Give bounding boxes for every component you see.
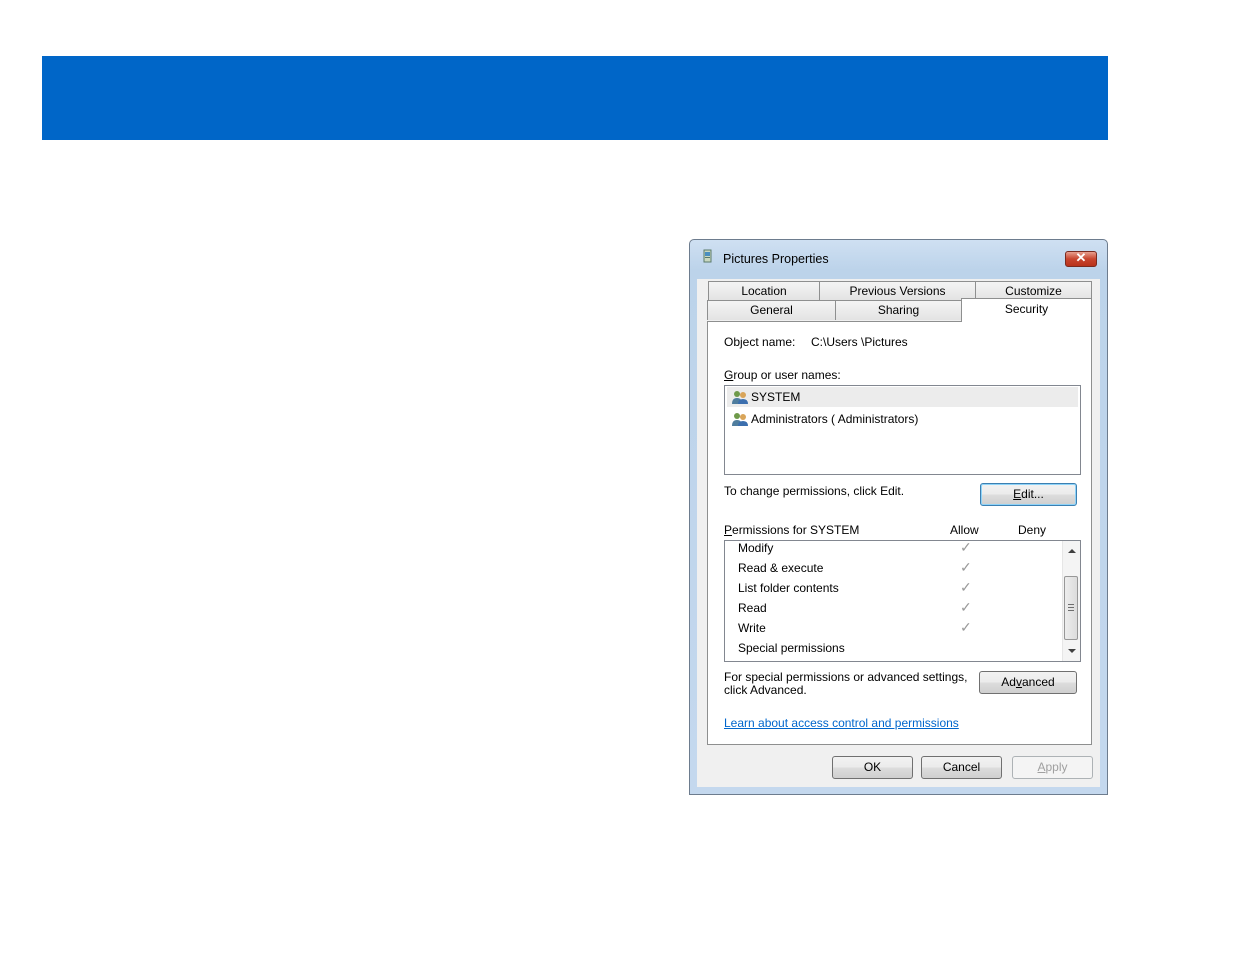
user-name: SYSTEM [751, 390, 801, 404]
accelerator-key: G [724, 368, 734, 382]
tab-label: Customize [1005, 284, 1062, 298]
button-label: pply [1045, 760, 1068, 774]
tab-label: General [750, 303, 793, 317]
permission-name: Read & execute [738, 561, 824, 575]
permissions-list[interactable]: Modify ✓ Read & execute ✓ List folder co… [724, 540, 1081, 662]
button-label: anced [1021, 675, 1055, 689]
learn-access-control-link[interactable]: Learn about access control and permissio… [724, 716, 959, 730]
tab-sharing[interactable]: Sharing [835, 300, 962, 320]
allow-check-icon: ✓ [960, 619, 972, 635]
help-line: For special permissions or advanced sett… [724, 670, 968, 684]
security-panel: Object name: C:\Users \Pictures Group or… [707, 321, 1092, 745]
permission-name: Read [738, 601, 767, 615]
users-icon [732, 391, 748, 404]
permission-row-list-folder: List folder contents ✓ [738, 579, 1058, 599]
label-text: ermissions for SYSTEM [732, 523, 860, 537]
allow-check-icon: ✓ [960, 579, 972, 595]
accelerator-key: E [1013, 487, 1022, 501]
cancel-button[interactable]: Cancel [921, 756, 1002, 779]
header-banner [42, 56, 1108, 140]
permission-row-read-execute: Read & execute ✓ [738, 559, 1058, 579]
permission-name: Write [738, 621, 766, 635]
scroll-up-arrow-icon[interactable] [1068, 549, 1076, 553]
button-label: dit... [1021, 487, 1044, 501]
properties-dialog: Pictures Properties ✕ Location Previous … [689, 239, 1108, 795]
accelerator-key: P [724, 523, 733, 537]
tab-security[interactable]: Security [961, 298, 1092, 322]
user-name: Administrators ( Administrators) [751, 412, 919, 426]
deny-header: Deny [1018, 523, 1047, 537]
allow-check-icon: ✓ [960, 599, 972, 615]
tab-location[interactable]: Location [708, 281, 820, 300]
label-text: roup or user names: [733, 368, 841, 382]
tab-label: Previous Versions [849, 284, 946, 298]
permissions-scrollbar[interactable] [1062, 541, 1080, 661]
title-bar[interactable]: Pictures Properties ✕ [690, 240, 1107, 276]
advanced-button[interactable]: Advanced [979, 671, 1077, 694]
tab-label: Security [1004, 302, 1049, 316]
permission-row-read: Read ✓ [738, 599, 1058, 619]
scroll-down-arrow-icon[interactable] [1068, 649, 1076, 653]
group-user-label: Group or user names: [724, 368, 841, 382]
tab-general[interactable]: General [707, 300, 836, 320]
grip-icon [1068, 604, 1074, 611]
user-list-item-administrators[interactable]: Administrators ( Administrators) [727, 409, 1078, 429]
tab-label: Location [741, 284, 787, 298]
dialog-title: Pictures Properties [723, 252, 829, 266]
users-icon [732, 413, 748, 426]
close-icon: ✕ [1075, 250, 1087, 265]
ok-button[interactable]: OK [832, 756, 913, 779]
dialog-client: Location Previous Versions Customize Gen… [697, 279, 1100, 787]
edit-button[interactable]: Edit... [980, 483, 1077, 506]
object-name-value: C:\Users \Pictures [811, 335, 908, 349]
object-name-label: Object name: [724, 335, 796, 349]
help-line: click Advanced. [724, 683, 807, 697]
permission-row-write: Write ✓ [738, 619, 1058, 639]
allow-check-icon: ✓ [960, 540, 972, 555]
apply-button[interactable]: Apply [1012, 756, 1093, 779]
permission-name: Modify [738, 541, 774, 555]
allow-header: Allow [950, 523, 979, 537]
user-list[interactable]: SYSTEM Administrators ( Administrators) [724, 385, 1081, 475]
permission-row-special: Special permissions [738, 639, 1058, 659]
change-permissions-text: To change permissions, click Edit. [724, 484, 905, 498]
accelerator-key: A [1037, 760, 1046, 774]
user-list-item-system[interactable]: SYSTEM [727, 387, 1078, 407]
folder-icon [703, 249, 712, 263]
advanced-help-text: For special permissions or advanced sett… [724, 671, 967, 697]
close-button[interactable]: ✕ [1065, 250, 1097, 267]
scroll-thumb[interactable] [1064, 576, 1078, 640]
permissions-for-label: Permissions for SYSTEM [724, 523, 859, 537]
button-label: Ad [1001, 675, 1016, 689]
tab-previous-versions[interactable]: Previous Versions [819, 281, 976, 300]
permission-name: List folder contents [738, 581, 839, 595]
tab-label: Sharing [877, 303, 920, 317]
permission-name: Special permissions [738, 641, 845, 655]
permission-row-modify: Modify ✓ [738, 540, 1058, 559]
allow-check-icon: ✓ [960, 559, 972, 575]
